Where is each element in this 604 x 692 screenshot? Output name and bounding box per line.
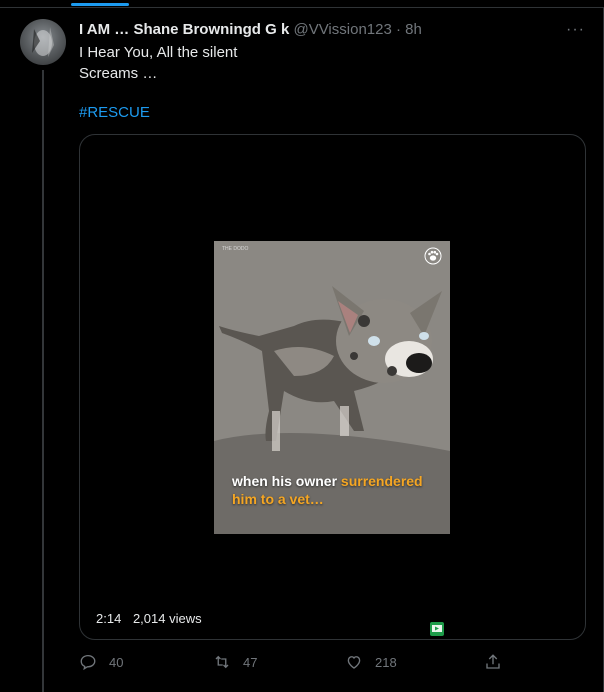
user-handle[interactable]: @VVission123 xyxy=(293,21,391,38)
display-name[interactable]: I AM … Shane Browningd G k xyxy=(79,21,289,38)
heart-icon xyxy=(347,656,361,669)
video-metadata: 2:14 2,014 views xyxy=(96,611,210,626)
separator-dot: · xyxy=(395,21,401,38)
avatar[interactable] xyxy=(20,19,66,65)
caption-part-1: when his owner xyxy=(232,473,341,489)
video-duration: 2:14 xyxy=(96,611,122,626)
paw-icon xyxy=(424,247,442,265)
tweet-text-line-1: I Hear You, All the silent xyxy=(79,44,238,61)
reply-button[interactable]: 40 xyxy=(79,652,123,672)
tweet-text: I Hear You, All the silent Screams … xyxy=(79,42,237,84)
thread-connector-line xyxy=(42,70,44,692)
share-button[interactable] xyxy=(484,652,514,672)
more-options-icon[interactable]: ··· xyxy=(566,21,585,39)
hashtag-link[interactable]: #RESCUE xyxy=(79,102,150,123)
media-badge-icon xyxy=(430,622,444,636)
reply-icon xyxy=(80,654,96,671)
tweet-actions: 40 47 218 xyxy=(79,652,584,672)
retweet-button[interactable]: 47 xyxy=(213,652,257,672)
share-icon xyxy=(486,654,500,669)
caption-part-2: him to a vet… xyxy=(232,491,324,507)
reply-count: 40 xyxy=(109,654,124,670)
retweet-icon xyxy=(215,655,229,669)
tweet-text-line-2: Screams … xyxy=(79,65,158,82)
caption-part-highlight: surrendered xyxy=(340,473,423,489)
like-button[interactable]: 218 xyxy=(345,652,397,672)
retweet-count: 47 xyxy=(243,654,258,670)
tweet-timestamp[interactable]: 8h xyxy=(405,21,422,38)
tweet-header: I AM … Shane Browningd G k @VVission123 … xyxy=(79,21,422,39)
tab-indicator xyxy=(71,3,129,6)
video-caption: when his owner surrendered him to a vet… xyxy=(232,472,442,508)
video-player[interactable]: THE DODO when his owner surrendered him … xyxy=(79,134,586,640)
dodo-logo-icon xyxy=(424,247,442,273)
like-count: 218 xyxy=(375,654,397,670)
avatar-image xyxy=(32,27,54,57)
video-frame[interactable]: THE DODO when his owner surrendered him … xyxy=(214,241,450,534)
video-views: 2,014 views xyxy=(132,611,202,626)
video-watermark: THE DODO xyxy=(222,246,249,252)
play-badge-icon xyxy=(432,625,442,632)
